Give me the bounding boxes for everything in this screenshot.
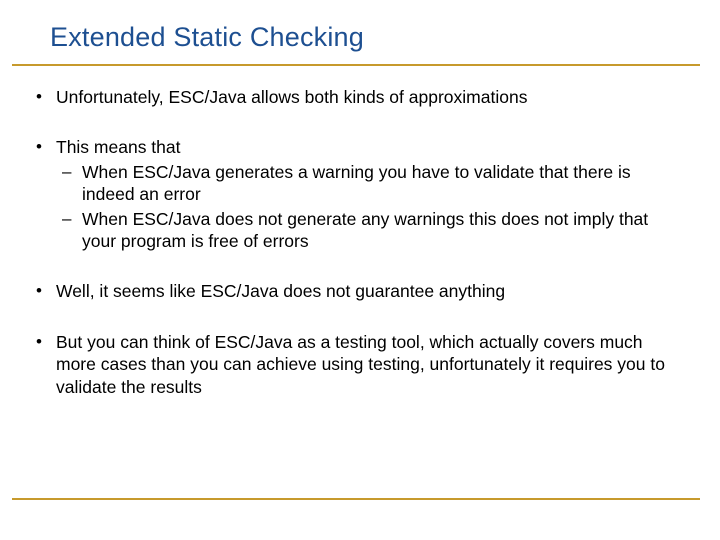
bullet-text: But you can think of ESC/Java as a testi…	[56, 332, 665, 397]
bullet-list: Unfortunately, ESC/Java allows both kind…	[32, 86, 684, 252]
bullet-text: Well, it seems like ESC/Java does not gu…	[56, 281, 505, 301]
sub-bullet-text: When ESC/Java does not generate any warn…	[82, 209, 648, 251]
sub-bullet-text: When ESC/Java generates a warning you ha…	[82, 162, 631, 204]
sub-bullet-item: When ESC/Java does not generate any warn…	[56, 208, 684, 253]
bullet-item: Well, it seems like ESC/Java does not gu…	[32, 280, 684, 302]
divider-bottom	[12, 498, 700, 500]
bullet-item: This means that When ESC/Java generates …	[32, 136, 684, 252]
divider-top	[12, 64, 700, 66]
slide-body: Unfortunately, ESC/Java allows both kind…	[32, 86, 684, 426]
bullet-list: Well, it seems like ESC/Java does not gu…	[32, 280, 684, 398]
sub-bullet-item: When ESC/Java generates a warning you ha…	[56, 161, 684, 206]
bullet-item: Unfortunately, ESC/Java allows both kind…	[32, 86, 684, 108]
bullet-item: But you can think of ESC/Java as a testi…	[32, 331, 684, 398]
slide-title: Extended Static Checking	[50, 22, 364, 53]
slide: Extended Static Checking Unfortunately, …	[0, 0, 720, 540]
bullet-text: Unfortunately, ESC/Java allows both kind…	[56, 87, 527, 107]
sub-bullet-list: When ESC/Java generates a warning you ha…	[56, 161, 684, 253]
bullet-text: This means that	[56, 137, 181, 157]
